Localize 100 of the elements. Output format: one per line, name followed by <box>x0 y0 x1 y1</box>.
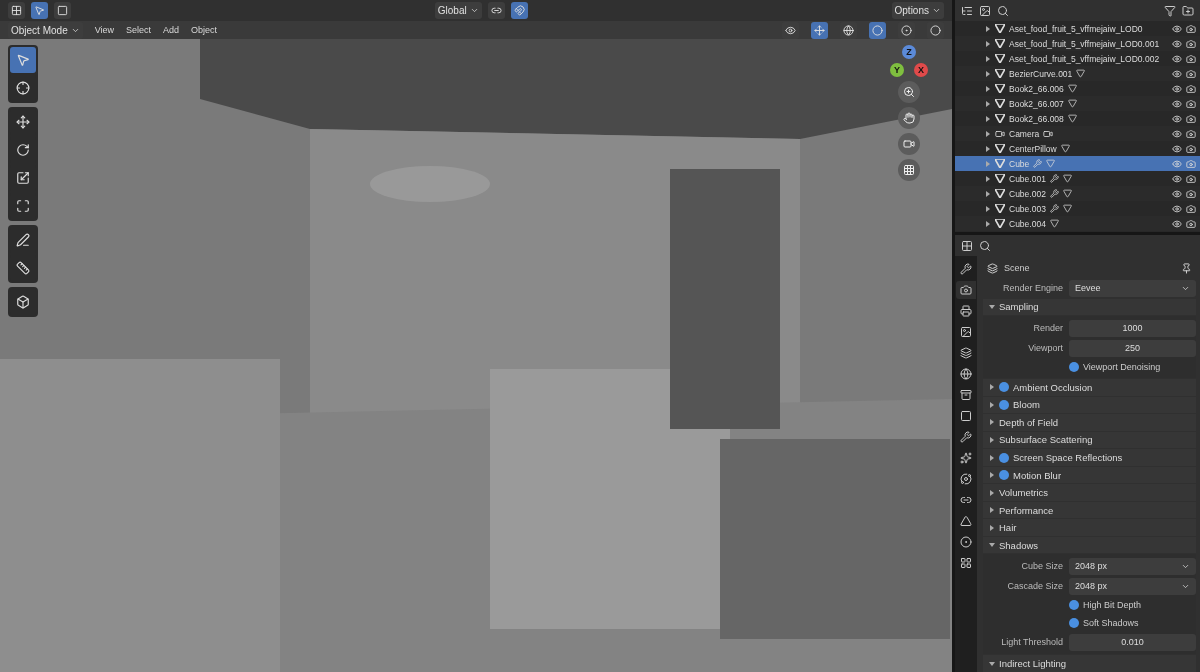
eye-icon[interactable] <box>1172 143 1182 154</box>
gizmo-button[interactable] <box>811 21 828 39</box>
panel-header[interactable]: Motion Blur <box>983 466 1196 484</box>
transform-orientation-dropdown[interactable]: Global <box>434 2 482 19</box>
panel-toggle[interactable] <box>999 399 1009 410</box>
expand-triangle-icon[interactable] <box>986 220 990 227</box>
pivot-button[interactable] <box>487 2 505 19</box>
options-dropdown[interactable]: Options <box>891 2 944 19</box>
eye-icon[interactable] <box>1172 83 1182 94</box>
menu-item[interactable]: Object <box>191 25 218 35</box>
panel-header[interactable]: Depth of Field <box>983 414 1196 431</box>
expand-triangle-icon[interactable] <box>986 190 990 197</box>
crosshair-icon <box>16 81 30 95</box>
select-tool-button[interactable] <box>31 2 48 19</box>
expand-triangle-icon[interactable] <box>986 40 990 47</box>
eye-icon[interactable] <box>1172 128 1182 139</box>
panel-header[interactable]: Performance <box>983 501 1196 519</box>
camera-icon[interactable] <box>1186 188 1196 199</box>
display-mode-icon[interactable] <box>961 4 973 17</box>
panel-toggle[interactable] <box>999 452 1009 463</box>
expand-triangle-icon <box>990 401 994 408</box>
panel-header[interactable]: Bloom <box>983 396 1196 414</box>
expand-triangle-icon[interactable] <box>986 145 990 152</box>
select-tool-icon <box>16 53 30 67</box>
editor-type-button[interactable] <box>8 2 25 19</box>
panel-header[interactable]: Sampling <box>983 298 1196 316</box>
object-name: Cube.003 <box>1009 203 1046 214</box>
dropdown[interactable]: Eevee <box>1069 279 1196 297</box>
camera-icon[interactable] <box>1186 53 1196 64</box>
checkbox-label: Soft Shadows <box>1083 618 1139 629</box>
object-name: Cube.001 <box>1009 173 1046 184</box>
camera-icon[interactable] <box>1186 68 1196 79</box>
number-field[interactable]: 1000 <box>1069 319 1196 337</box>
dropdown[interactable]: 2048 px <box>1069 577 1196 595</box>
search-icon[interactable] <box>997 4 1009 17</box>
object-name: Book2_66.008 <box>1009 113 1064 124</box>
editor-type-icon[interactable] <box>961 239 973 252</box>
camera-icon[interactable] <box>1186 23 1196 34</box>
layers-icon <box>960 347 972 359</box>
camera-icon[interactable] <box>1186 143 1196 154</box>
eye-icon[interactable] <box>1172 53 1182 64</box>
checkbox[interactable] <box>1069 600 1079 611</box>
menu-item[interactable]: Add <box>163 25 180 35</box>
expand-triangle-icon[interactable] <box>986 130 990 137</box>
menu-item[interactable]: View <box>94 25 115 35</box>
expand-triangle-icon[interactable] <box>986 55 990 62</box>
filter-icon[interactable] <box>1164 4 1176 17</box>
number-field[interactable]: 0.010 <box>1069 633 1196 651</box>
panel-toggle[interactable] <box>999 470 1009 481</box>
camera-icon[interactable] <box>1186 173 1196 184</box>
eye-icon[interactable] <box>1172 68 1182 79</box>
checkbox[interactable] <box>1069 618 1079 629</box>
camera-icon[interactable] <box>1186 98 1196 109</box>
camera-icon[interactable] <box>1186 128 1196 139</box>
panel-header[interactable]: Screen Space Reflections <box>983 449 1196 466</box>
snap-button[interactable] <box>510 2 528 19</box>
checkbox[interactable] <box>1069 362 1079 373</box>
expand-triangle-icon[interactable] <box>986 25 990 32</box>
object-name: Aset_food_fruit_5_vffmejaiw_LOD0 <box>1009 23 1143 34</box>
panel-header[interactable]: Hair <box>983 519 1196 536</box>
chevron-icon <box>469 6 479 15</box>
expand-triangle-icon[interactable] <box>986 175 990 182</box>
camera-icon[interactable] <box>1186 38 1196 49</box>
expand-triangle-icon[interactable] <box>986 205 990 212</box>
menu-item[interactable]: Select <box>126 25 152 35</box>
camera-icon[interactable] <box>1186 218 1196 229</box>
picture-icon[interactable] <box>979 4 991 17</box>
expand-triangle-icon[interactable] <box>986 85 990 92</box>
camera-icon[interactable] <box>1186 113 1196 124</box>
eye-icon[interactable] <box>1172 218 1182 229</box>
picture-icon <box>960 326 972 338</box>
expand-triangle-icon[interactable] <box>986 115 990 122</box>
panel-header[interactable]: Shadows <box>983 536 1196 554</box>
expand-triangle-icon <box>990 454 994 461</box>
eye-icon[interactable] <box>1172 173 1182 184</box>
eye-icon[interactable] <box>1172 98 1182 109</box>
shading-button[interactable] <box>869 21 886 39</box>
expand-triangle-icon[interactable] <box>986 100 990 107</box>
camera-icon[interactable] <box>1186 83 1196 94</box>
new-collection-icon[interactable] <box>1182 4 1194 17</box>
panel-header[interactable]: Ambient Occlusion <box>983 379 1196 396</box>
eye-icon[interactable] <box>1172 113 1182 124</box>
pin-icon[interactable] <box>1181 262 1192 274</box>
panel-header[interactable]: Indirect Lighting <box>983 655 1196 672</box>
eye-icon[interactable] <box>1172 23 1182 34</box>
dropdown[interactable]: 2048 px <box>1069 557 1196 575</box>
selection-mode-button[interactable] <box>54 2 71 19</box>
camera-icon[interactable] <box>1186 203 1196 214</box>
panel-header[interactable]: Volumetrics <box>983 484 1196 501</box>
camera-icon <box>995 128 1005 139</box>
expand-triangle-icon <box>989 543 995 548</box>
search-icon[interactable] <box>979 239 991 252</box>
eye-icon[interactable] <box>1172 38 1182 49</box>
eye-icon[interactable] <box>1172 203 1182 214</box>
number-field[interactable]: 250 <box>1069 339 1196 357</box>
panel-header[interactable]: Subsurface Scattering <box>983 431 1196 449</box>
panel-toggle[interactable] <box>999 382 1009 393</box>
expand-triangle-icon[interactable] <box>986 70 990 77</box>
properties-tab[interactable] <box>956 281 976 299</box>
eye-icon[interactable] <box>1172 188 1182 199</box>
